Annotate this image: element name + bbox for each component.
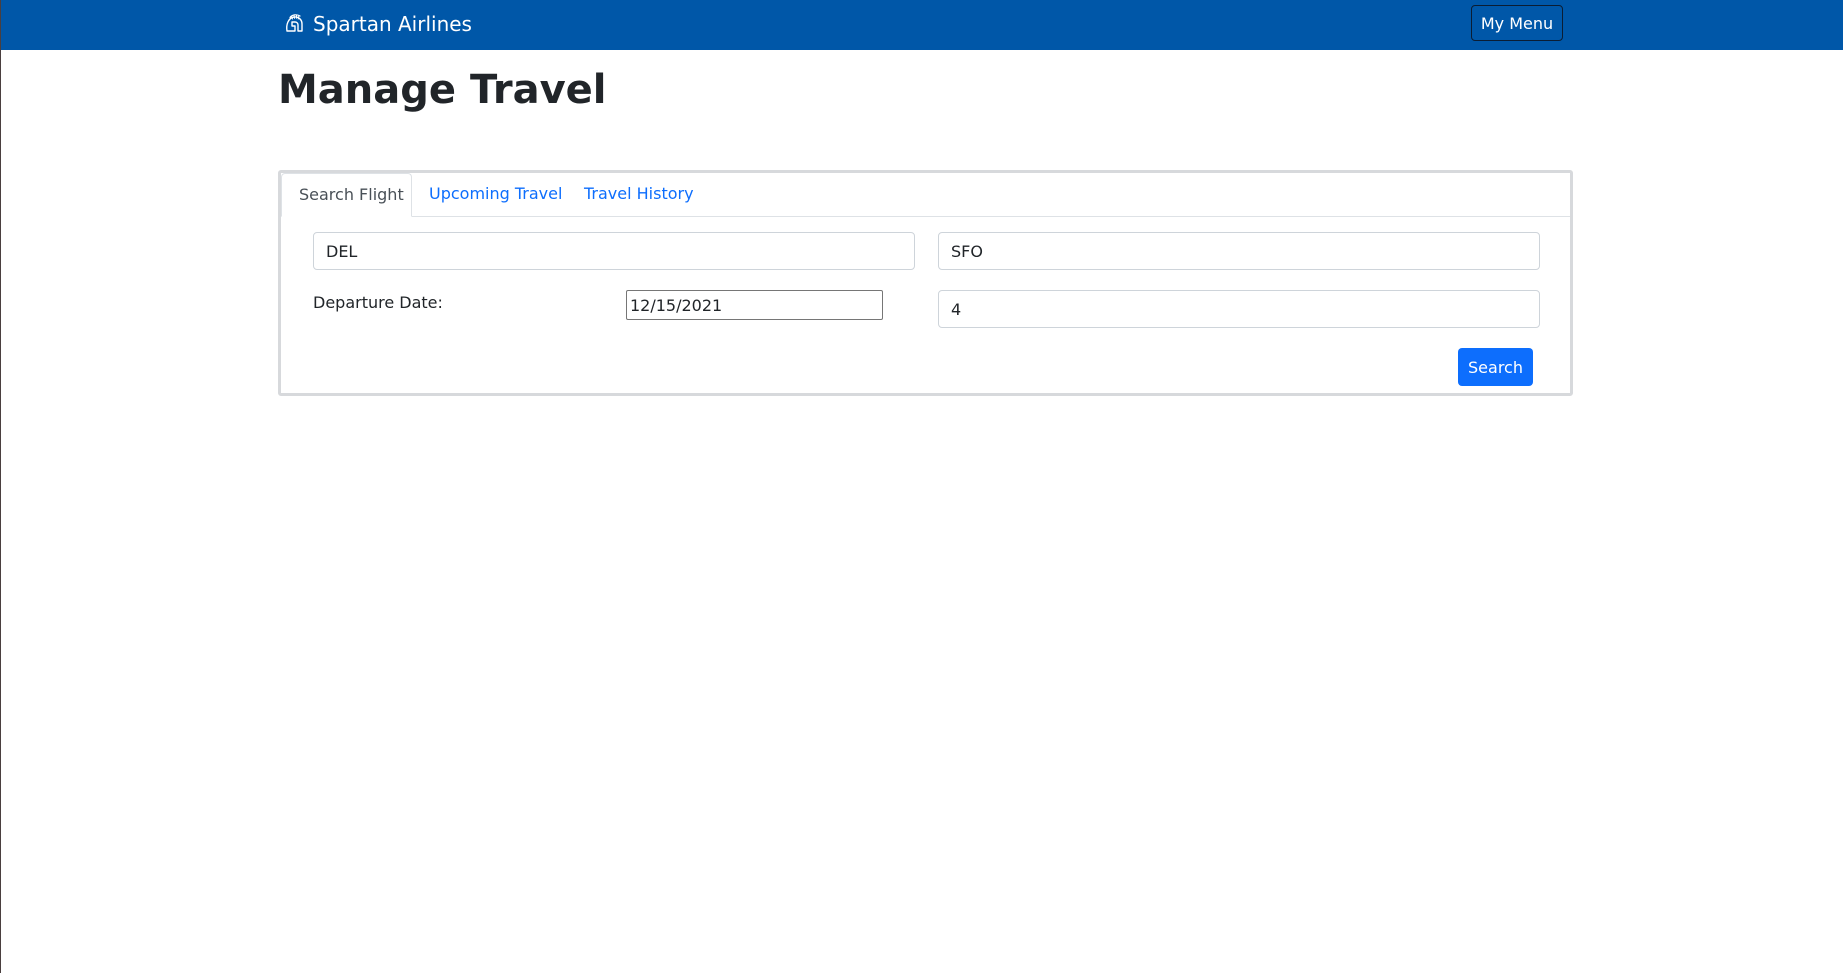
my-menu-button[interactable]: My Menu bbox=[1471, 5, 1563, 41]
spartan-helmet-icon bbox=[283, 13, 305, 35]
destination-input[interactable] bbox=[938, 232, 1540, 270]
departure-date-input[interactable] bbox=[626, 290, 883, 320]
tab-search-flight[interactable]: Search Flight bbox=[281, 173, 412, 217]
app-page: Spartan Airlines My Menu Manage Travel S… bbox=[0, 0, 1843, 973]
brand-name: Spartan Airlines bbox=[313, 12, 472, 36]
manage-travel-card: Search Flight Upcoming Travel Travel His… bbox=[278, 170, 1573, 396]
tab-travel-history[interactable]: Travel History bbox=[567, 173, 711, 216]
tab-upcoming-travel[interactable]: Upcoming Travel bbox=[412, 173, 579, 216]
departure-date-label: Departure Date: bbox=[313, 293, 443, 312]
search-button[interactable]: Search bbox=[1458, 348, 1533, 386]
brand-link[interactable]: Spartan Airlines bbox=[283, 10, 472, 38]
travel-tabs: Search Flight Upcoming Travel Travel His… bbox=[281, 173, 1570, 217]
passengers-input[interactable] bbox=[938, 290, 1540, 328]
top-navbar: Spartan Airlines My Menu bbox=[1, 0, 1843, 50]
origin-input[interactable] bbox=[313, 232, 915, 270]
page-title: Manage Travel bbox=[278, 67, 607, 113]
